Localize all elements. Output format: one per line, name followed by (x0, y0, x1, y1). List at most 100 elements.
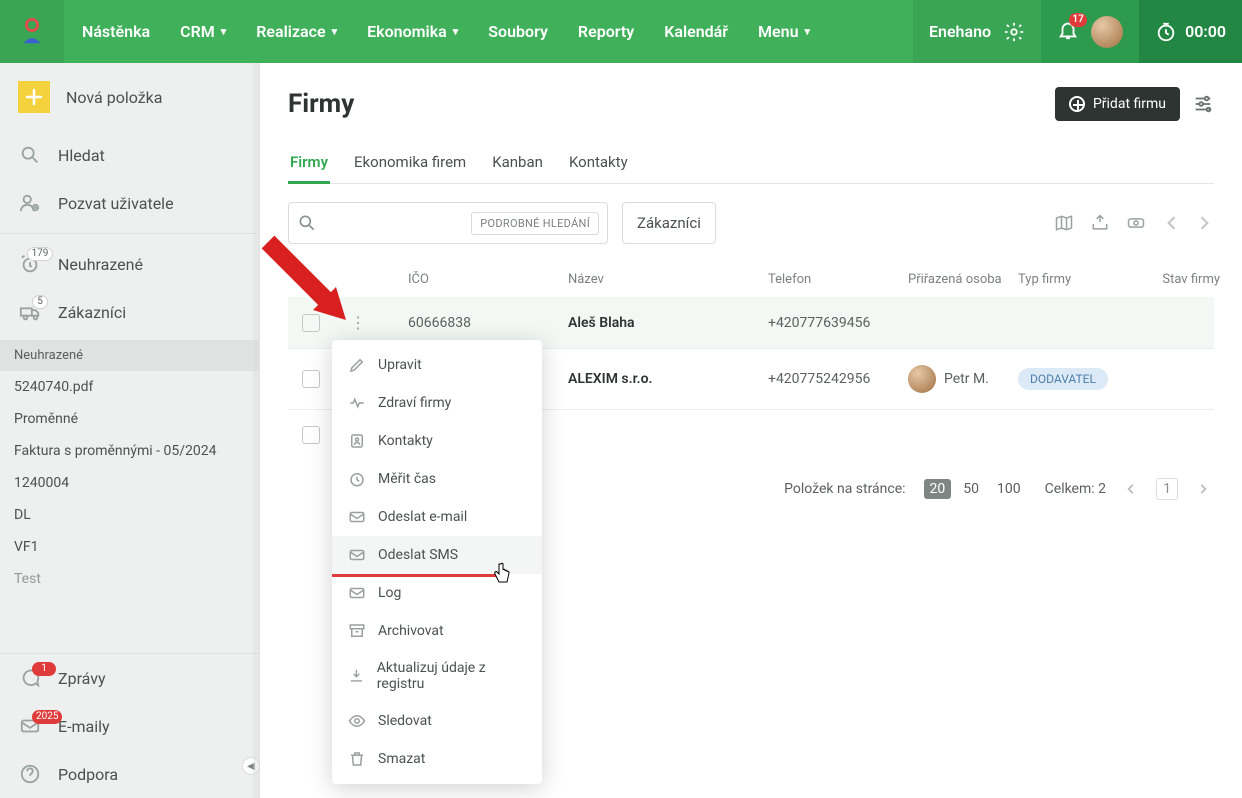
page-number[interactable]: 1 (1156, 478, 1178, 500)
customers-item[interactable]: 5 Zákazníci (0, 288, 259, 336)
page-size-50[interactable]: 50 (957, 479, 985, 499)
help-icon (18, 762, 42, 786)
scrollbar[interactable] (253, 63, 259, 798)
search-item[interactable]: Hledat (0, 131, 259, 179)
row-checkbox[interactable] (302, 370, 320, 388)
search-icon (18, 143, 42, 167)
ctx-delete[interactable]: Smazat (332, 740, 542, 778)
ctx-refresh[interactable]: Aktualizuj údaje z registru (332, 650, 542, 702)
customers-badge: 5 (32, 295, 48, 309)
ctx-archive[interactable]: Archivovat (332, 612, 542, 650)
nav-realizace[interactable]: Realizace▾ (256, 0, 337, 63)
company-switcher[interactable]: Enehano (913, 0, 1041, 63)
col-status[interactable]: Stav firmy (1138, 272, 1228, 287)
file-item[interactable]: Proměnné (0, 403, 259, 435)
support-item[interactable]: Podpora (0, 750, 259, 798)
cursor-pointer-icon (492, 562, 512, 591)
avatar (908, 365, 936, 393)
prev-page-icon[interactable] (1124, 482, 1138, 496)
file-item[interactable]: 5240740.pdf (0, 371, 259, 403)
page-size-20[interactable]: 20 (924, 479, 952, 499)
trash-icon (348, 750, 366, 768)
tab-kontakty[interactable]: Kontakty (567, 143, 630, 184)
cell-type: DODAVATEL (1018, 368, 1138, 390)
chevron-down-icon: ▾ (453, 25, 459, 38)
plus-circle-icon (1069, 96, 1085, 112)
top-bar: Nástěnka CRM▾ Realizace▾ Ekonomika▾ Soub… (0, 0, 1242, 63)
mail-icon (348, 546, 366, 564)
new-item-button[interactable]: Nová položka (0, 63, 259, 131)
col-ico[interactable]: IČO (408, 272, 568, 287)
add-company-button[interactable]: Přidat firmu (1055, 87, 1180, 121)
ctx-timer[interactable]: Měřit čas (332, 460, 542, 498)
messages-item[interactable]: Zprávy (0, 654, 259, 702)
ctx-contacts[interactable]: Kontakty (332, 422, 542, 460)
alarm-icon: 179 (18, 252, 42, 276)
sidebar-subhead: Neuhrazené (0, 340, 259, 371)
col-type[interactable]: Typ firmy (1018, 272, 1138, 287)
sliders-icon[interactable] (1192, 93, 1214, 115)
cell-phone: +420775242956 (768, 371, 908, 387)
unpaid-badge: 179 (27, 247, 54, 261)
eye-icon[interactable] (1126, 213, 1146, 233)
ctx-email[interactable]: Odeslat e-mail (332, 498, 542, 536)
file-item[interactable]: Faktura s proměnnými - 05/2024 (0, 435, 259, 467)
emails-item[interactable]: E-maily (0, 702, 259, 750)
invite-users-item[interactable]: Pozvat uživatele (0, 179, 259, 227)
heart-pulse-icon (348, 394, 366, 412)
topbar-right: Enehano 17 00:00 (913, 0, 1242, 63)
view-toolbar (1054, 213, 1214, 233)
ctx-watch[interactable]: Sledovat (332, 702, 542, 740)
file-item[interactable]: DL (0, 499, 259, 531)
col-name[interactable]: Název (568, 272, 768, 287)
map-icon[interactable] (1054, 213, 1074, 233)
cell-person[interactable]: Petr M. (908, 365, 1018, 393)
unpaid-item[interactable]: 179 Neuhrazené (0, 240, 259, 288)
nav-crm[interactable]: CRM▾ (180, 0, 226, 63)
file-item[interactable]: VF1 (0, 531, 259, 563)
contacts-icon (348, 432, 366, 450)
tab-ekonomika[interactable]: Ekonomika firem (352, 143, 468, 184)
row-checkbox[interactable] (302, 426, 320, 444)
prev-icon[interactable] (1162, 213, 1182, 233)
customers-filter-button[interactable]: Zákazníci (622, 202, 716, 244)
notifications[interactable]: 17 (1041, 0, 1139, 63)
cell-name[interactable]: ALEXIM s.r.o. (568, 371, 768, 387)
add-user-icon (18, 191, 42, 215)
total-count: Celkem: 2 (1045, 481, 1106, 497)
app-logo[interactable] (0, 0, 64, 63)
truck-icon: 5 (18, 300, 42, 324)
ctx-health[interactable]: Zdraví firmy (332, 384, 542, 422)
col-person[interactable]: Přiřazená osoba (908, 272, 1018, 287)
page-size-100[interactable]: 100 (991, 479, 1027, 499)
user-avatar[interactable] (1091, 16, 1123, 48)
chat-icon (18, 666, 42, 690)
nav-kalendar[interactable]: Kalendář (664, 0, 728, 63)
ctx-edit[interactable]: Upravit (332, 346, 542, 384)
tab-kanban[interactable]: Kanban (490, 143, 545, 184)
nav-reporty[interactable]: Reporty (578, 0, 634, 63)
cell-ico: 60666838 (408, 315, 568, 331)
nav-ekonomika[interactable]: Ekonomika▾ (367, 0, 458, 63)
next-page-icon[interactable] (1196, 482, 1210, 496)
notification-badge: 17 (1069, 13, 1087, 27)
nav-soubory[interactable]: Soubory (488, 0, 548, 63)
nav-menu[interactable]: Menu▾ (758, 0, 810, 63)
annotation-underline (332, 574, 496, 577)
mail-icon (348, 508, 366, 526)
timer[interactable]: 00:00 (1139, 0, 1242, 63)
file-item[interactable]: Test (0, 563, 259, 595)
next-icon[interactable] (1194, 213, 1214, 233)
page-title: Firmy (288, 89, 354, 119)
cell-name[interactable]: Aleš Blaha (568, 315, 768, 331)
tab-firmy[interactable]: Firmy (288, 143, 330, 184)
export-icon[interactable] (1090, 213, 1110, 233)
annotation-arrow (258, 232, 358, 336)
cell-phone: +420777639456 (768, 315, 908, 331)
file-item[interactable]: 1240004 (0, 467, 259, 499)
nav-dashboard[interactable]: Nástěnka (82, 0, 150, 63)
advanced-search-button[interactable]: PODROBNÉ HLEDÁNÍ (471, 212, 599, 235)
chevron-down-icon: ▾ (221, 25, 227, 38)
mail-icon (348, 584, 366, 602)
col-phone[interactable]: Telefon (768, 272, 908, 287)
